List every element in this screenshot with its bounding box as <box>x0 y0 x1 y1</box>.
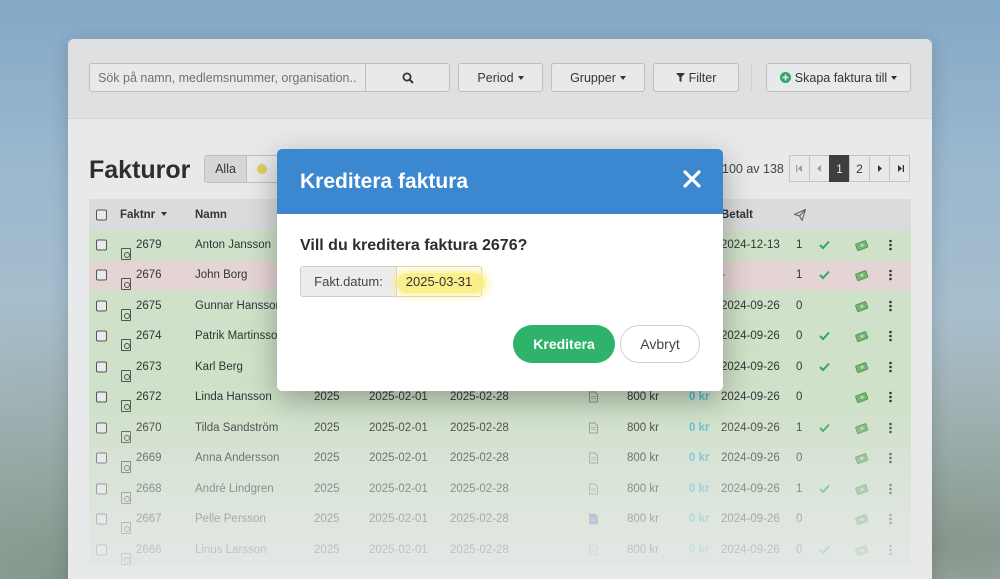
close-icon[interactable] <box>681 168 703 190</box>
invoice-date-value: 2025-03-31 <box>405 274 473 289</box>
dialog-question: Vill du kreditera faktura 2676? <box>300 237 528 254</box>
invoice-date-group: Fakt.datum: 2025-03-31 <box>300 266 485 297</box>
invoice-date-label: Fakt.datum: <box>301 267 397 296</box>
credit-invoice-dialog: Kreditera faktura Vill du kreditera fakt… <box>277 149 723 391</box>
avbryt-button[interactable]: Avbryt <box>620 325 700 363</box>
kreditera-button[interactable]: Kreditera <box>513 325 615 363</box>
dialog-header: Kreditera faktura <box>277 149 723 214</box>
invoice-date-input[interactable]: 2025-03-31 <box>397 267 485 296</box>
dialog-title: Kreditera faktura <box>300 169 469 193</box>
